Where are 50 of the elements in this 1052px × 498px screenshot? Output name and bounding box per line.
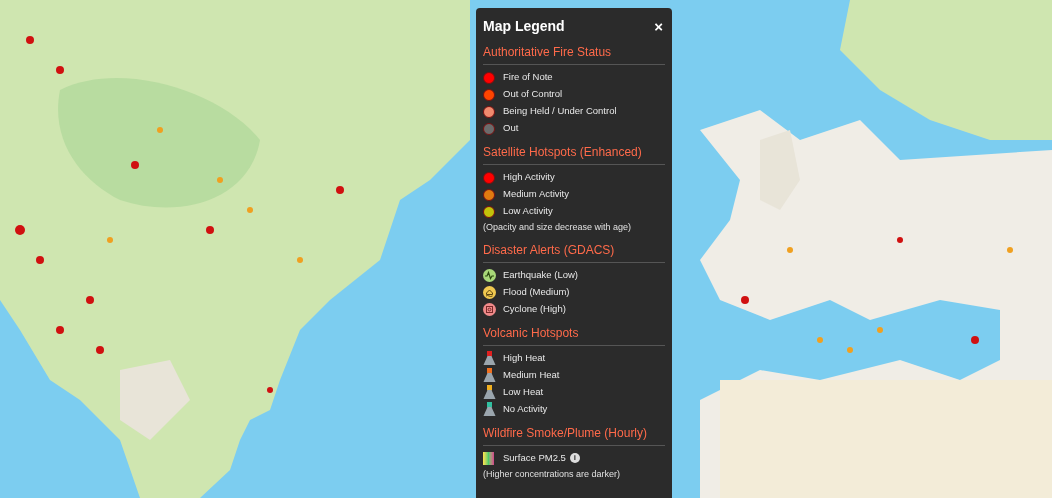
fire-marker[interactable] bbox=[971, 336, 979, 344]
fire-marker[interactable] bbox=[56, 66, 64, 74]
section-heading: Volcanic Hotspots bbox=[483, 323, 665, 346]
section-heading: Satellite Hotspots (Enhanced) bbox=[483, 143, 665, 165]
legend-label: Out of Control bbox=[503, 87, 563, 102]
fire-marker[interactable] bbox=[741, 296, 749, 304]
legend-label: Cyclone (High) bbox=[503, 301, 566, 316]
hotspot-marker[interactable] bbox=[247, 207, 253, 213]
legend-title: Map Legend bbox=[483, 17, 565, 36]
legend-label: Earthquake (Low) bbox=[503, 267, 578, 282]
hotspot-marker[interactable] bbox=[297, 257, 303, 263]
fire-marker[interactable] bbox=[267, 387, 273, 393]
fire-marker[interactable] bbox=[336, 186, 344, 194]
fire-marker[interactable] bbox=[36, 256, 44, 264]
hotspot-marker[interactable] bbox=[107, 237, 113, 243]
close-button[interactable]: × bbox=[652, 19, 665, 34]
fire-marker[interactable] bbox=[86, 296, 94, 304]
legend-label: Medium Activity bbox=[503, 187, 569, 202]
section-heading: Authoritative Fire Status bbox=[483, 43, 665, 65]
legend-label: Low Activity bbox=[503, 204, 553, 219]
legend-label: Surface PM2.5 bbox=[503, 450, 566, 465]
hotspot-marker[interactable] bbox=[217, 177, 223, 183]
fire-marker[interactable] bbox=[56, 326, 64, 334]
hotspot-marker[interactable] bbox=[787, 247, 793, 253]
fire-marker[interactable] bbox=[131, 161, 139, 169]
hotspot-marker[interactable] bbox=[157, 127, 163, 133]
fire-marker[interactable] bbox=[897, 237, 903, 243]
info-icon[interactable]: i bbox=[569, 453, 580, 463]
fire-marker[interactable] bbox=[206, 226, 214, 234]
legend-label: High Activity bbox=[503, 170, 555, 185]
hotspot-marker[interactable] bbox=[877, 327, 883, 333]
legend-label: Fire of Note bbox=[503, 70, 553, 85]
legend-note: (Higher concentrations are darker) bbox=[483, 467, 622, 481]
legend-label: High Heat bbox=[503, 350, 546, 365]
legend-label: Flood (Medium) bbox=[503, 284, 570, 299]
hotspot-marker[interactable] bbox=[847, 347, 853, 353]
fire-marker[interactable] bbox=[26, 36, 34, 44]
section-heading: Wildfire Smoke/Plume (Hourly) bbox=[483, 423, 665, 446]
fire-marker[interactable] bbox=[96, 346, 104, 354]
hotspot-marker[interactable] bbox=[1007, 247, 1013, 253]
color-gradient-icon bbox=[483, 451, 494, 465]
legend-note: (Opacity and size decrease with age) bbox=[483, 221, 633, 234]
legend-label: No Activity bbox=[503, 401, 548, 416]
legend-label: Being Held / Under Control bbox=[503, 104, 617, 119]
legend-label: Out bbox=[503, 121, 519, 136]
section-heading: Disaster Alerts (GDACS) bbox=[483, 240, 665, 263]
hotspot-marker[interactable] bbox=[817, 337, 823, 343]
legend-label: Low Heat bbox=[503, 384, 544, 399]
fire-marker[interactable] bbox=[15, 225, 25, 235]
legend-label: Medium Heat bbox=[503, 367, 560, 382]
